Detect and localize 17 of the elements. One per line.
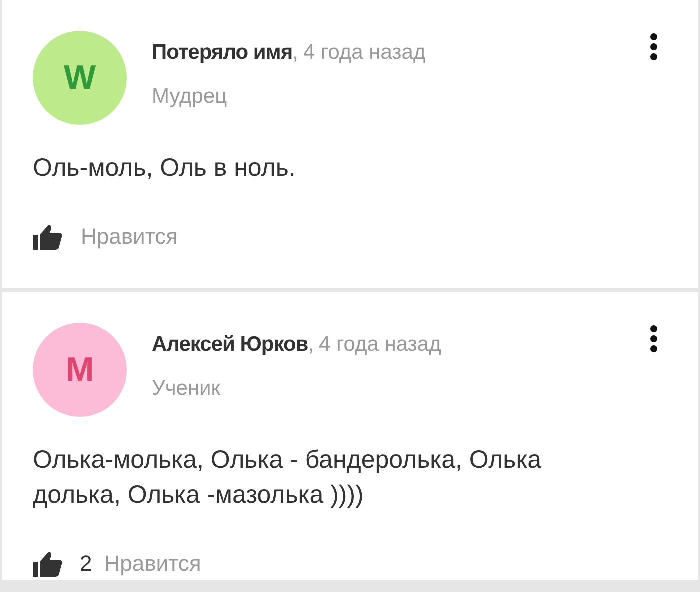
timestamp: 4 года назад	[303, 40, 426, 66]
user-rank: Мудрец	[152, 84, 228, 110]
user-rank: Ученик	[152, 376, 222, 402]
like-count: 2	[80, 550, 92, 578]
comment-text: Оль-моль, Оль в ноль.	[33, 153, 297, 184]
thumbs-up-icon[interactable]	[33, 224, 63, 250]
avatar: M	[33, 323, 127, 417]
author-name[interactable]: Потеряло имя	[152, 37, 293, 68]
comment-text: Олька-молька, Олька - бандеролька, Олька долька, Олька -мазолька ))))	[33, 445, 543, 511]
more-options-icon[interactable]	[650, 33, 658, 61]
author-name[interactable]: Алексей Юрков	[152, 329, 308, 360]
separator: ,	[292, 40, 298, 66]
avatar: W	[33, 31, 127, 125]
thumbs-up-icon[interactable]	[33, 550, 63, 576]
separator: ,	[308, 332, 314, 358]
more-options-icon[interactable]	[650, 325, 658, 353]
timestamp: 4 года назад	[319, 332, 442, 358]
